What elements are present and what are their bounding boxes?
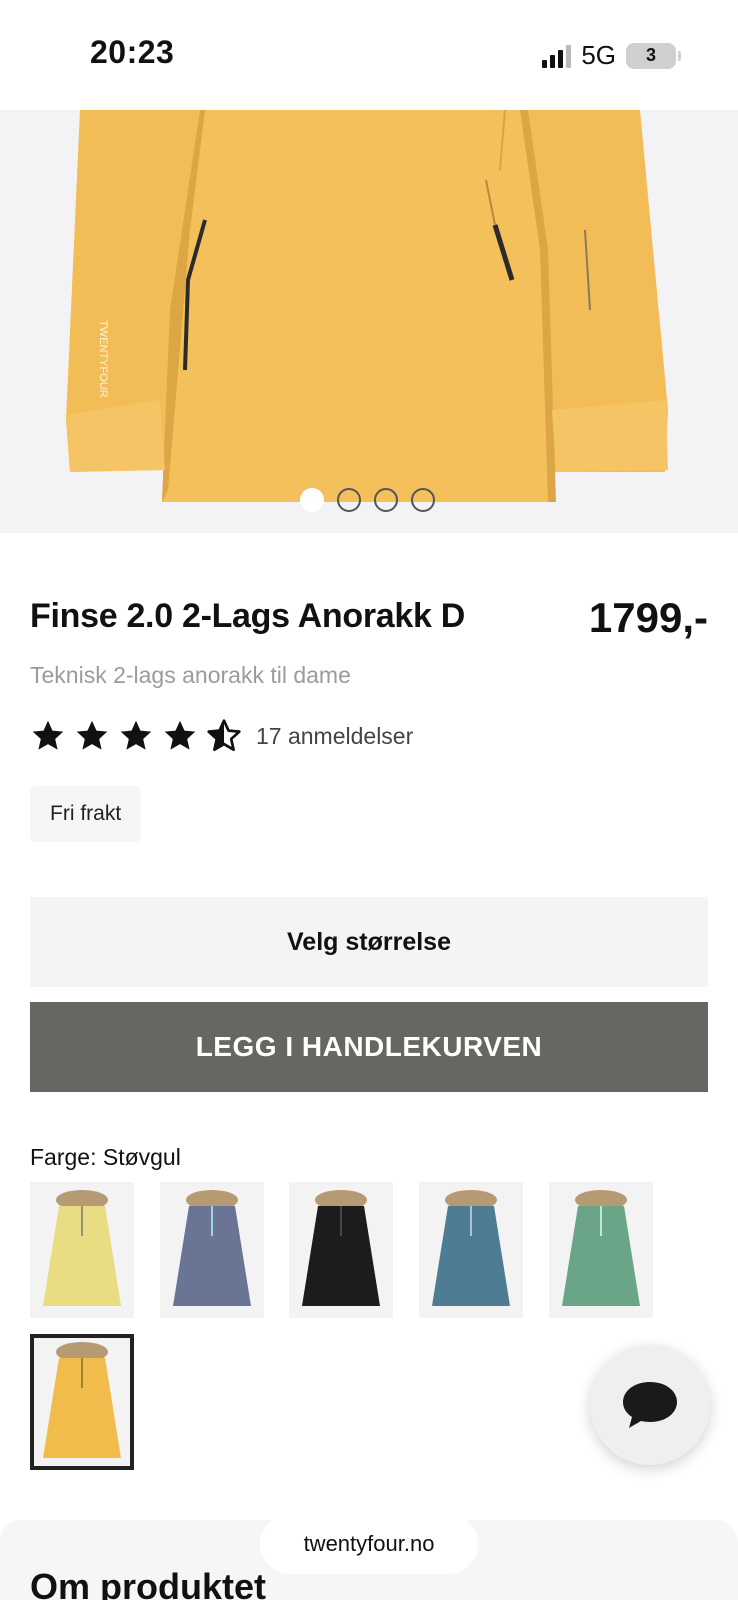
review-count[interactable]: 17 anmeldelser bbox=[256, 723, 413, 750]
chat-bubble-icon bbox=[623, 1382, 677, 1428]
status-indicators: 5G 3 bbox=[542, 40, 681, 71]
rating-stars bbox=[30, 718, 242, 754]
battery-icon: 3 bbox=[626, 42, 681, 69]
free-shipping-badge: Fri frakt bbox=[30, 786, 142, 842]
jacket-thumbnail bbox=[173, 1190, 251, 1306]
jacket-thumbnail bbox=[43, 1342, 121, 1458]
color-swatch-5[interactable] bbox=[549, 1182, 653, 1318]
jacket-thumbnail bbox=[302, 1190, 380, 1306]
gallery-dot-2[interactable] bbox=[337, 488, 361, 512]
signal-icon bbox=[542, 44, 572, 68]
about-product-heading[interactable]: Om produktet bbox=[30, 1566, 266, 1600]
color-label: Farge: Støvgul bbox=[30, 1144, 181, 1170]
half-star-icon bbox=[207, 719, 241, 751]
star-icon bbox=[76, 720, 108, 750]
select-size-button[interactable]: Velg størrelse bbox=[30, 897, 708, 987]
color-swatch-4[interactable] bbox=[419, 1182, 523, 1318]
status-bar: 20:23 5G 3 bbox=[0, 0, 738, 110]
add-to-cart-button[interactable]: LEGG I HANDLEKURVEN bbox=[30, 1002, 708, 1092]
star-icon bbox=[120, 720, 152, 750]
gallery-pagination bbox=[300, 488, 435, 512]
svg-text:TWENTYFOUR: TWENTYFOUR bbox=[97, 320, 109, 398]
network-label: 5G bbox=[581, 40, 616, 70]
jacket-illustration: TWENTYFOUR bbox=[66, 110, 668, 502]
gallery-dot-3[interactable] bbox=[374, 488, 398, 512]
gallery-dot-4[interactable] bbox=[411, 488, 435, 512]
chat-button[interactable] bbox=[590, 1345, 710, 1465]
star-icon bbox=[164, 720, 196, 750]
color-swatch-3[interactable] bbox=[289, 1182, 393, 1318]
product-image[interactable]: TWENTYFOUR bbox=[0, 110, 738, 533]
color-swatch-1[interactable] bbox=[30, 1182, 134, 1318]
rating-row[interactable]: 17 anmeldelser bbox=[30, 718, 413, 754]
product-price: 1799,- bbox=[588, 594, 708, 641]
color-swatch-2[interactable] bbox=[160, 1182, 264, 1318]
product-title: Finse 2.0 2-Lags Anorakk D bbox=[30, 597, 465, 635]
jacket-thumbnail bbox=[432, 1190, 510, 1306]
product-subtitle: Teknisk 2-lags anorakk til dame bbox=[30, 662, 351, 688]
star-icon bbox=[32, 720, 64, 750]
status-time: 20:23 bbox=[90, 34, 175, 70]
url-bar[interactable]: twentyfour.no bbox=[260, 1514, 478, 1574]
gallery-dot-1[interactable] bbox=[300, 488, 324, 512]
jacket-thumbnail bbox=[43, 1190, 121, 1306]
jacket-thumbnail bbox=[562, 1190, 640, 1306]
color-swatch-6-selected[interactable] bbox=[30, 1334, 134, 1470]
